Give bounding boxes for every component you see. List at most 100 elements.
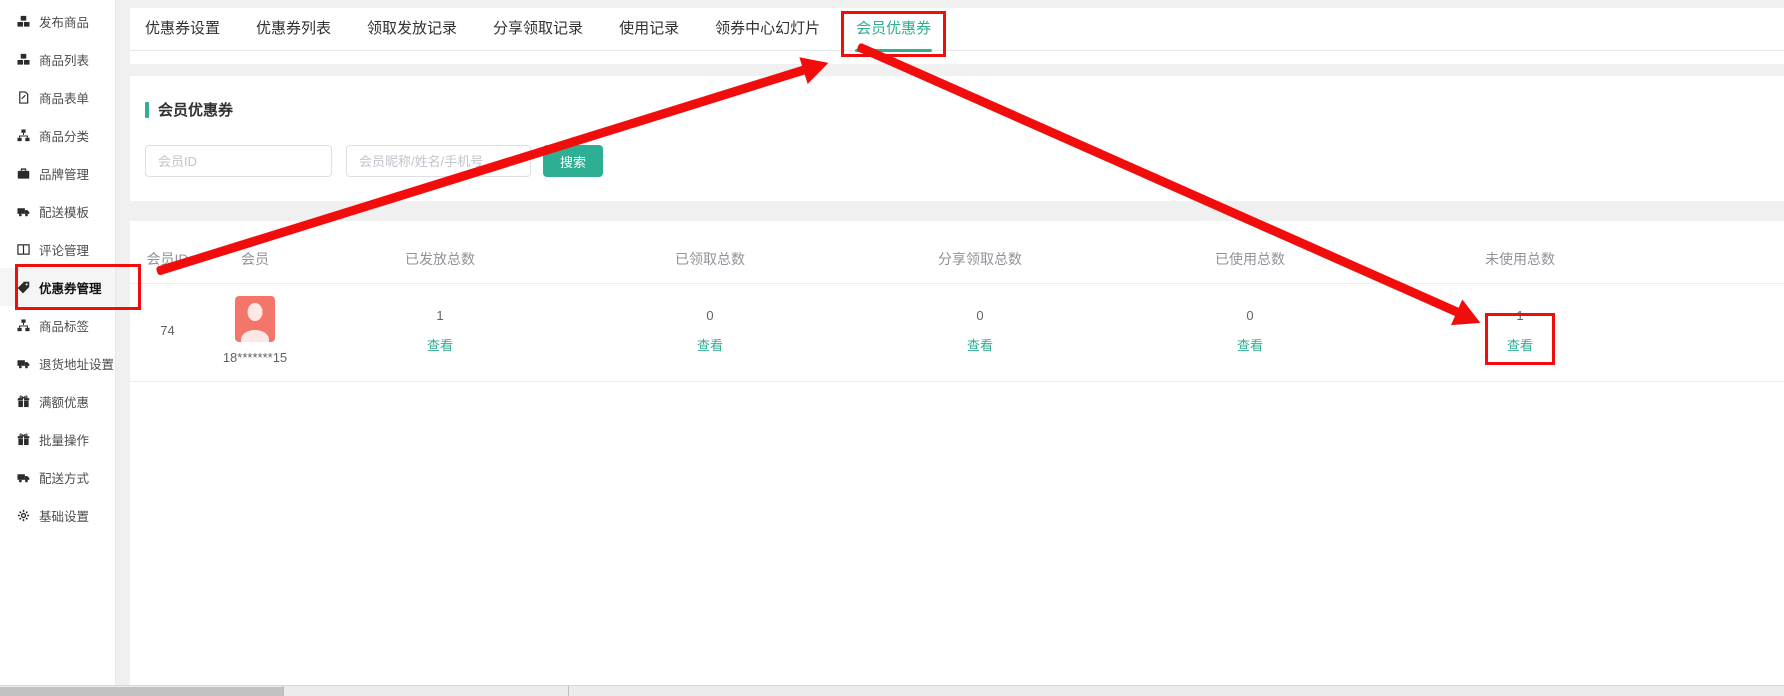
unused-total-value: 1	[1385, 308, 1655, 323]
header-filler	[1655, 235, 1784, 284]
sidebar-item-product-category[interactable]: 商品分类	[0, 116, 115, 154]
used-total-value: 0	[1115, 308, 1385, 323]
cell-share-received-total: 0 查看	[845, 284, 1115, 382]
sidebar-item-label: 商品列表	[39, 50, 89, 69]
cell-issued-total: 1 查看	[305, 284, 575, 382]
sidebar-item-product-form[interactable]: 商品表单	[0, 78, 115, 116]
tab-label: 优惠券设置	[145, 20, 220, 37]
gift-icon	[17, 395, 30, 408]
cubes-icon	[17, 53, 30, 66]
tag-icon	[17, 281, 30, 294]
view-received-link[interactable]: 查看	[697, 335, 723, 354]
header-unused-total: 未使用总数	[1385, 235, 1655, 284]
panel-title-text: 会员优惠券	[158, 99, 233, 120]
view-unused-link[interactable]: 查看	[1507, 335, 1533, 354]
sidebar-item-product-tags[interactable]: 商品标签	[0, 306, 115, 344]
view-issued-link[interactable]: 查看	[427, 335, 453, 354]
cell-member: 18*******15	[205, 284, 305, 382]
tab-member-coupons[interactable]: 会员优惠券	[856, 8, 931, 50]
tab-coupon-settings[interactable]: 优惠券设置	[145, 8, 220, 50]
sidebar-item-label: 品牌管理	[39, 164, 89, 183]
columns-icon	[17, 243, 30, 256]
briefcase-icon	[17, 167, 30, 180]
sidebar-item-label: 批量操作	[39, 430, 89, 449]
view-used-link[interactable]: 查看	[1237, 335, 1263, 354]
cell-member-id: 74	[130, 284, 205, 382]
member-id-input[interactable]	[145, 145, 332, 177]
panel-title: 会员优惠券	[145, 99, 1769, 120]
tab-share-claim-records[interactable]: 分享领取记录	[493, 8, 583, 50]
cell-unused-total: 1 查看	[1385, 284, 1655, 382]
sidebar-item-label: 商品分类	[39, 126, 89, 145]
received-total-value: 0	[575, 308, 845, 323]
title-accent-bar	[145, 102, 149, 118]
tab-bar-card: 优惠券设置 优惠券列表 领取发放记录 分享领取记录 使用记录 领券中心幻灯片 会…	[130, 8, 1784, 64]
tab-label: 分享领取记录	[493, 20, 583, 37]
horizontal-scrollbar[interactable]	[0, 685, 1784, 696]
sidebar-item-label: 商品标签	[39, 316, 89, 335]
app-window: 发布商品 商品列表 商品表单 商品分类 品牌管理 配送模板 评论管理	[0, 0, 1784, 685]
tab-label: 领取发放记录	[367, 20, 457, 37]
sidebar-item-comment-management[interactable]: 评论管理	[0, 230, 115, 268]
tab-claim-issue-records[interactable]: 领取发放记录	[367, 8, 457, 50]
tab-label: 使用记录	[619, 20, 679, 37]
share-received-total-value: 0	[845, 308, 1115, 323]
sidebar-item-basic-settings[interactable]: 基础设置	[0, 496, 115, 534]
view-share-received-link[interactable]: 查看	[967, 335, 993, 354]
sidebar-item-label: 满额优惠	[39, 392, 89, 411]
table-row: 74 18*******15 1 查看	[130, 284, 1784, 382]
tab-label: 优惠券列表	[256, 20, 331, 37]
tab-coupon-list[interactable]: 优惠券列表	[256, 8, 331, 50]
active-tab-underline	[855, 49, 932, 52]
header-received-total: 已领取总数	[575, 235, 845, 284]
cubes-icon	[17, 15, 30, 28]
sidebar: 发布商品 商品列表 商品表单 商品分类 品牌管理 配送模板 评论管理	[0, 0, 116, 685]
header-member: 会员	[205, 235, 305, 284]
tab-coupon-center-slides[interactable]: 领券中心幻灯片	[715, 8, 820, 50]
issued-total-value: 1	[305, 308, 575, 323]
gift-icon	[17, 433, 30, 446]
search-row: 搜索	[145, 145, 1769, 177]
member-coupons-table: 会员ID 会员 已发放总数 已领取总数 分享领取总数 已使用总数 未使用总数 7…	[130, 235, 1784, 382]
sidebar-item-label: 发布商品	[39, 12, 89, 31]
sidebar-item-coupon-management[interactable]: 优惠券管理	[0, 268, 115, 306]
tab-bar: 优惠券设置 优惠券列表 领取发放记录 分享领取记录 使用记录 领券中心幻灯片 会…	[130, 8, 1784, 51]
scrollbar-thumb[interactable]	[0, 687, 283, 696]
gear-icon	[17, 509, 30, 522]
member-avatar	[235, 296, 275, 342]
table-header-row: 会员ID 会员 已发放总数 已领取总数 分享领取总数 已使用总数 未使用总数	[130, 235, 1784, 284]
member-name-input[interactable]	[346, 145, 531, 177]
sidebar-item-label: 退货地址设置	[39, 354, 114, 373]
sidebar-item-return-address-settings[interactable]: 退货地址设置	[0, 344, 115, 382]
file-icon	[17, 91, 30, 104]
main-content: 优惠券设置 优惠券列表 领取发放记录 分享领取记录 使用记录 领券中心幻灯片 会…	[116, 0, 1784, 685]
sidebar-item-full-discount[interactable]: 满额优惠	[0, 382, 115, 420]
sidebar-item-delivery-method[interactable]: 配送方式	[0, 458, 115, 496]
sitemap-icon	[17, 319, 30, 332]
avatar-person-icon	[248, 303, 263, 321]
sidebar-item-label: 配送模板	[39, 202, 89, 221]
tab-usage-records[interactable]: 使用记录	[619, 8, 679, 50]
sitemap-icon	[17, 129, 30, 142]
header-used-total: 已使用总数	[1115, 235, 1385, 284]
cell-used-total: 0 查看	[1115, 284, 1385, 382]
sidebar-item-label: 配送方式	[39, 468, 89, 487]
sidebar-item-delivery-template[interactable]: 配送模板	[0, 192, 115, 230]
sidebar-item-batch-operations[interactable]: 批量操作	[0, 420, 115, 458]
sidebar-item-label: 优惠券管理	[39, 278, 102, 297]
search-button[interactable]: 搜索	[543, 145, 603, 177]
sidebar-item-product-list[interactable]: 商品列表	[0, 40, 115, 78]
tab-label: 领券中心幻灯片	[715, 20, 820, 37]
header-member-id: 会员ID	[130, 235, 205, 284]
truck-icon	[17, 357, 30, 370]
sidebar-item-label: 商品表单	[39, 88, 89, 107]
cell-received-total: 0 查看	[575, 284, 845, 382]
sidebar-item-brand-management[interactable]: 品牌管理	[0, 154, 115, 192]
header-issued-total: 已发放总数	[305, 235, 575, 284]
sidebar-item-label: 评论管理	[39, 240, 89, 259]
member-coupons-table-card: 会员ID 会员 已发放总数 已领取总数 分享领取总数 已使用总数 未使用总数 7…	[130, 221, 1784, 685]
sidebar-item-label: 基础设置	[39, 506, 89, 525]
tab-label: 会员优惠券	[856, 20, 931, 37]
search-panel: 会员优惠券 搜索	[130, 76, 1784, 201]
sidebar-item-publish-product[interactable]: 发布商品	[0, 2, 115, 40]
